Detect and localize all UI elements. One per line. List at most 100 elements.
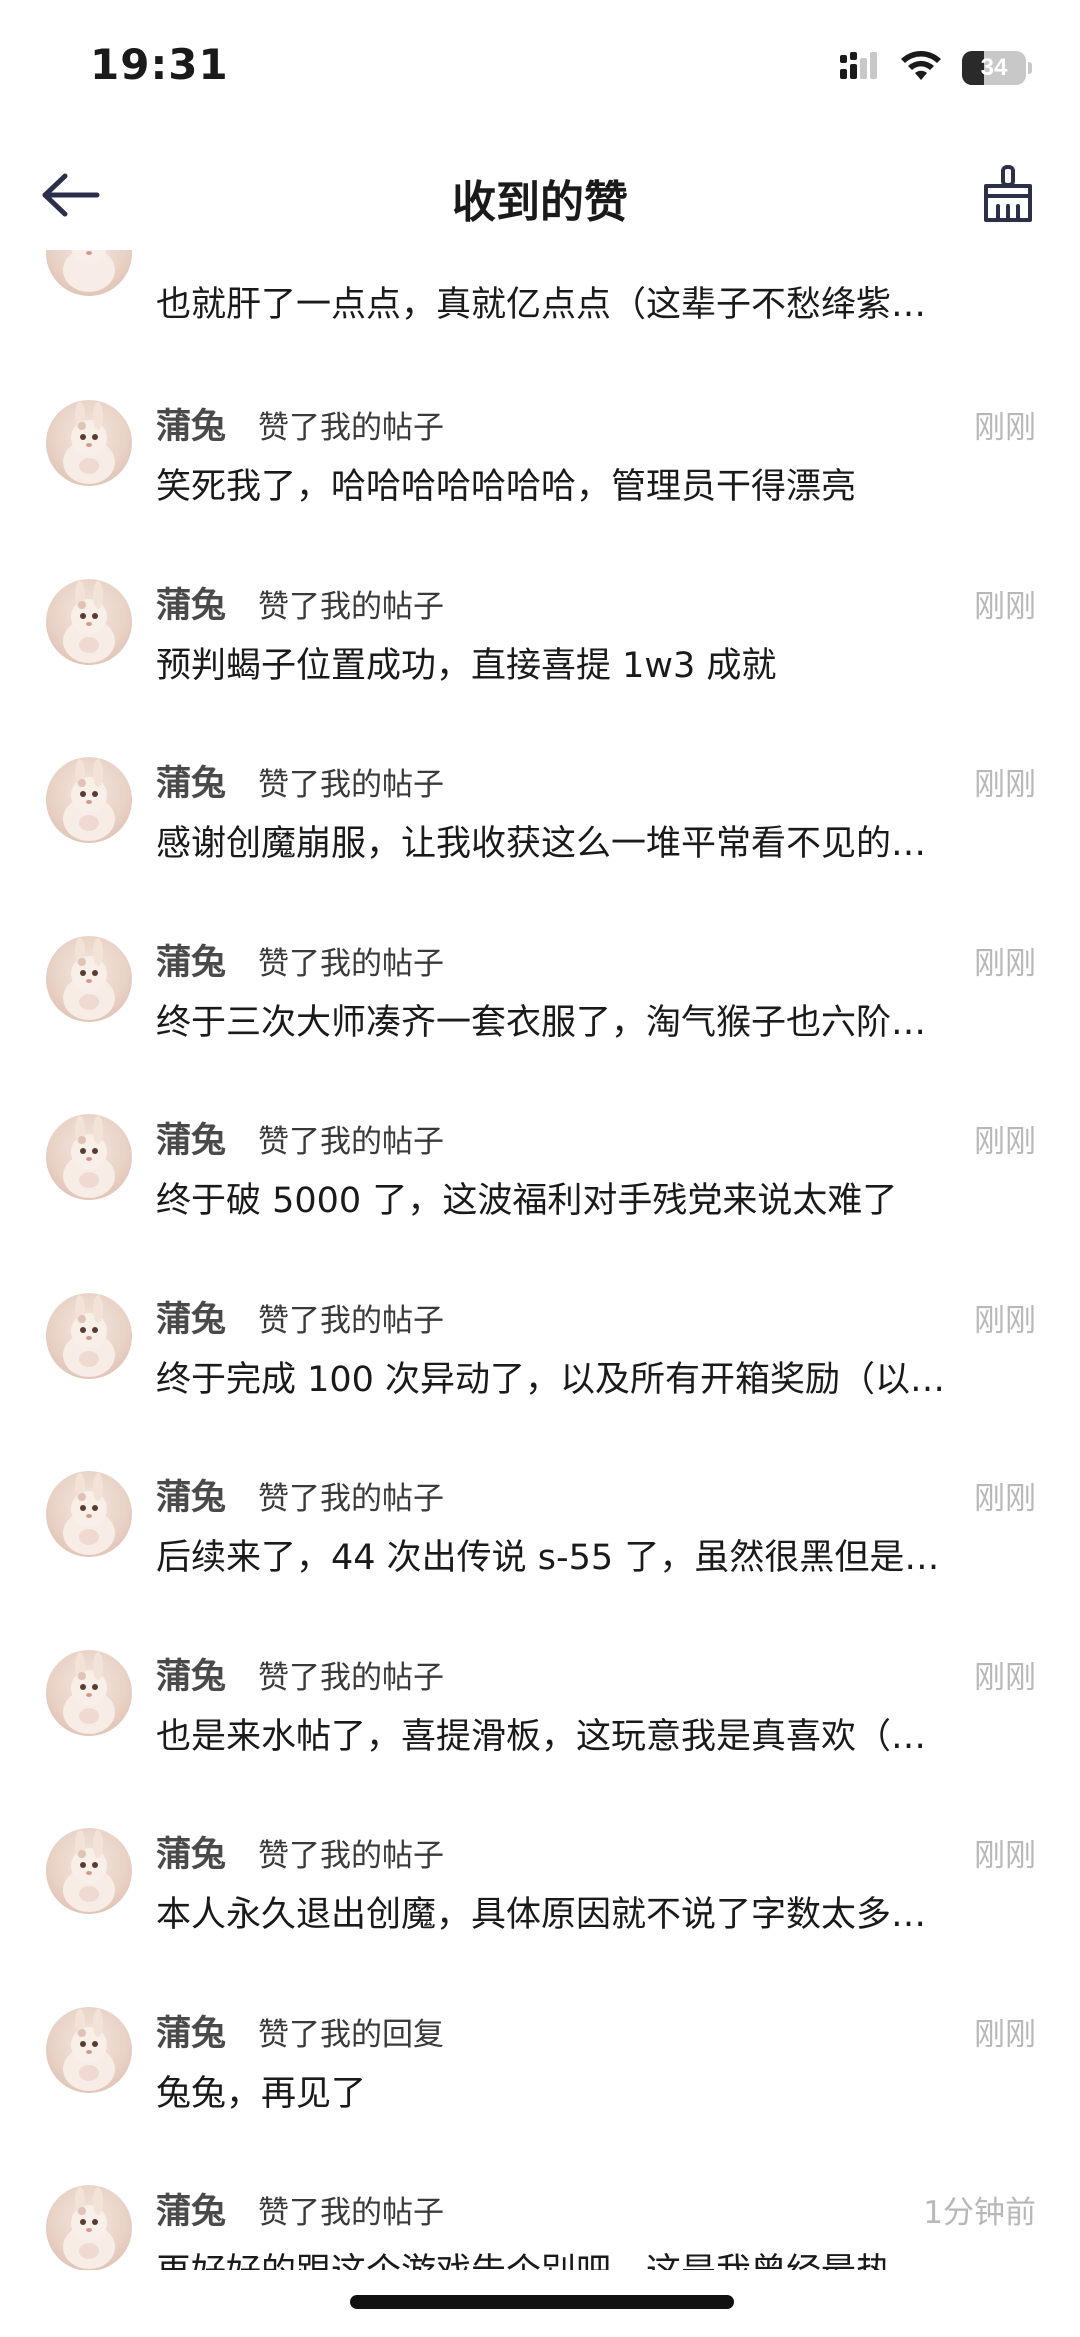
action-label: 赞了我的帖子 [258, 589, 444, 625]
status-bar: 19:31 34 [0, 0, 1080, 140]
list-item[interactable]: 蒲兔 赞了我的帖子 刚刚 笑死我了，哈哈哈哈哈哈哈，管理员干得漂亮 [0, 378, 1080, 556]
item-text: 终于三次大师凑齐一套衣服了，淘气猴子也六阶… [156, 1003, 927, 1043]
item-text: 本人永久退出创魔，具体原因就不说了字数太多… [156, 1895, 927, 1935]
battery-percent: 34 [980, 54, 1008, 81]
user-name[interactable]: 蒲兔 [156, 2005, 226, 2056]
battery-cap [1028, 62, 1032, 74]
avatar[interactable] [46, 250, 132, 296]
nav-bar: 收到的赞 [0, 140, 1080, 250]
action-label: 赞了我的帖子 [258, 410, 444, 446]
clear-all-button[interactable] [972, 160, 1044, 232]
avatar[interactable] [46, 1471, 132, 1557]
item-text: 兔兔，再见了 [156, 2074, 367, 2114]
user-name[interactable]: 蒲兔 [156, 755, 226, 806]
status-icons: 34 [840, 48, 1032, 88]
item-header: 蒲兔 赞了我的帖子 刚刚 [156, 577, 1036, 627]
item-text: 感谢创魔崩服，让我收获这么一堆平常看不见的… [156, 824, 927, 864]
time-label: 刚刚 [974, 589, 1036, 625]
action-label: 赞了我的帖子 [258, 767, 444, 803]
list-item[interactable]: 蒲兔 赞了我的帖子 1分钟前 再好好的跟这个游戏告个别吧，这是我曾经最热… [0, 2163, 1080, 2270]
battery-icon: 34 [962, 51, 1032, 85]
action-label: 赞了我的帖子 [258, 1481, 444, 1517]
list-item[interactable]: 蒲兔 赞了我的帖子 刚刚 也是来水帖了，喜提滑板，这玩意我是真喜欢（… [0, 1628, 1080, 1806]
page-title: 收到的赞 [452, 177, 628, 228]
time-label: 刚刚 [974, 2017, 1036, 2053]
time-label: 刚刚 [974, 946, 1036, 982]
battery-indicator: 34 [962, 51, 1026, 85]
user-name[interactable]: 蒲兔 [156, 934, 226, 985]
action-label: 赞了我的帖子 [258, 1838, 444, 1874]
item-text: 终于完成 100 次异动了，以及所有开箱奖励（以… [156, 1360, 946, 1400]
user-name[interactable]: 蒲兔 [156, 2183, 226, 2234]
user-name[interactable]: 蒲兔 [156, 1648, 226, 1699]
user-name[interactable]: 蒲兔 [156, 1291, 226, 1342]
item-header: 蒲兔 赞了我的帖子 刚刚 [156, 1112, 1036, 1162]
item-text: 笑死我了，哈哈哈哈哈哈哈，管理员干得漂亮 [156, 467, 857, 507]
item-header: 蒲兔 赞了我的帖子 刚刚 [156, 934, 1036, 984]
avatar[interactable] [46, 757, 132, 843]
list-item[interactable]: 也就肝了一点点，真就亿点点（这辈子不愁绛紫… [0, 250, 1080, 350]
item-text: 也是来水帖了，喜提滑板，这玩意我是真喜欢（… [156, 1717, 927, 1757]
list-item[interactable]: 蒲兔 赞了我的帖子 刚刚 后续来了，44 次出传说 s-55 了，虽然很黑但是… [0, 1449, 1080, 1627]
user-name[interactable]: 蒲兔 [156, 1112, 226, 1163]
item-text: 终于破 5000 了，这波福利对手残党来说太难了 [156, 1181, 898, 1221]
item-header: 蒲兔 赞了我的回复 刚刚 [156, 2005, 1036, 2055]
user-name[interactable]: 蒲兔 [156, 577, 226, 628]
time-label: 刚刚 [974, 1124, 1036, 1160]
item-header: 蒲兔 赞了我的帖子 1分钟前 [156, 2183, 1036, 2233]
avatar[interactable] [46, 1114, 132, 1200]
avatar[interactable] [46, 2185, 132, 2270]
rabbit-avatar-icon [63, 1830, 115, 1912]
avatar[interactable] [46, 400, 132, 486]
item-header: 蒲兔 赞了我的帖子 刚刚 [156, 398, 1036, 448]
rabbit-avatar-icon [63, 250, 115, 292]
avatar[interactable] [46, 579, 132, 665]
item-header: 蒲兔 赞了我的帖子 刚刚 [156, 1826, 1036, 1876]
likes-list[interactable]: 也就肝了一点点，真就亿点点（这辈子不愁绛紫… 蒲兔 赞了我的帖子 刚刚 笑死我了… [0, 250, 1080, 2270]
rabbit-avatar-icon [63, 2009, 115, 2091]
list-item[interactable]: 蒲兔 赞了我的帖子 刚刚 本人永久退出创魔，具体原因就不说了字数太多… [0, 1806, 1080, 1984]
list-item[interactable]: 蒲兔 赞了我的帖子 刚刚 感谢创魔崩服，让我收获这么一堆平常看不见的… [0, 735, 1080, 913]
avatar[interactable] [46, 2007, 132, 2093]
rabbit-avatar-icon [63, 1116, 115, 1198]
time-label: 刚刚 [974, 410, 1036, 446]
rabbit-avatar-icon [63, 402, 115, 484]
user-name[interactable]: 蒲兔 [156, 398, 226, 449]
home-indicator[interactable] [350, 2295, 734, 2309]
rabbit-avatar-icon [63, 759, 115, 841]
item-text: 后续来了，44 次出传说 s-55 了，虽然很黑但是… [156, 1538, 940, 1578]
rabbit-avatar-icon [63, 1652, 115, 1734]
avatar[interactable] [46, 1828, 132, 1914]
avatar[interactable] [46, 936, 132, 1022]
list-item[interactable]: 蒲兔 赞了我的帖子 刚刚 终于三次大师凑齐一套衣服了，淘气猴子也六阶… [0, 914, 1080, 1092]
time-label: 刚刚 [974, 1303, 1036, 1339]
item-text: 预判蝎子位置成功，直接喜提 1w3 成就 [156, 646, 777, 686]
list-item[interactable]: 蒲兔 赞了我的帖子 刚刚 预判蝎子位置成功，直接喜提 1w3 成就 [0, 557, 1080, 735]
cellular-signal-icon [840, 51, 880, 85]
action-label: 赞了我的帖子 [258, 946, 444, 982]
action-label: 赞了我的帖子 [258, 1303, 444, 1339]
item-header: 蒲兔 赞了我的帖子 刚刚 [156, 1291, 1036, 1341]
avatar[interactable] [46, 1293, 132, 1379]
user-name[interactable]: 蒲兔 [156, 1469, 226, 1520]
rabbit-avatar-icon [63, 2187, 115, 2269]
time-label: 1分钟前 [923, 2195, 1036, 2231]
time-label: 刚刚 [974, 1481, 1036, 1517]
avatar[interactable] [46, 1650, 132, 1736]
action-label: 赞了我的帖子 [258, 1124, 444, 1160]
list-item[interactable]: 蒲兔 赞了我的帖子 刚刚 终于完成 100 次异动了，以及所有开箱奖励（以… [0, 1271, 1080, 1449]
wifi-icon [898, 49, 944, 87]
list-item[interactable]: 蒲兔 赞了我的回复 刚刚 兔兔，再见了 [0, 1985, 1080, 2163]
item-text: 也就肝了一点点，真就亿点点（这辈子不愁绛紫… [156, 285, 927, 325]
item-header: 蒲兔 赞了我的帖子 刚刚 [156, 1648, 1036, 1698]
action-label: 赞了我的回复 [258, 2017, 444, 2053]
rabbit-avatar-icon [63, 1473, 115, 1555]
time-label: 刚刚 [974, 767, 1036, 803]
rabbit-avatar-icon [63, 938, 115, 1020]
list-item[interactable]: 蒲兔 赞了我的帖子 刚刚 终于破 5000 了，这波福利对手残党来说太难了 [0, 1092, 1080, 1270]
rabbit-avatar-icon [63, 581, 115, 663]
status-time: 19:31 [90, 40, 229, 89]
item-header: 蒲兔 赞了我的帖子 刚刚 [156, 1469, 1036, 1519]
user-name[interactable]: 蒲兔 [156, 1826, 226, 1877]
rabbit-avatar-icon [63, 1295, 115, 1377]
